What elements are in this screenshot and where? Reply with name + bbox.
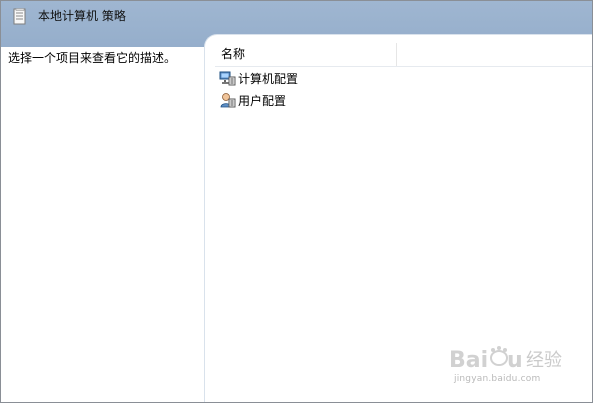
user-config-icon	[220, 93, 236, 108]
local-computer-policy-window: 本地计算机 策略 选择一个项目来查看它的描述。 名称 计算机配置 用户配置 Ba…	[0, 0, 593, 403]
list-item-computer-config[interactable]: 计算机配置	[219, 69, 339, 89]
user-config-label: 用户配置	[238, 94, 287, 108]
svg-text:经验: 经验	[526, 350, 562, 371]
baidu-jingyan-logo: Bai u 经验	[449, 346, 562, 373]
computer-config-icon	[219, 71, 236, 86]
name-column-header-label: 名称	[221, 47, 246, 61]
window-title: 本地计算机 策略	[38, 9, 126, 23]
description-text: 选择一个项目来查看它的描述。	[8, 51, 177, 65]
column-header-row: 名称	[215, 43, 592, 67]
list-item-user-config[interactable]: 用户配置	[219, 91, 339, 111]
svg-text:u: u	[507, 348, 523, 373]
svg-text:Bai: Bai	[449, 348, 488, 373]
computer-config-label: 计算机配置	[238, 72, 299, 86]
baidu-jingyan-watermark: Bai u 经验 jingyan.baidu.com	[449, 344, 569, 392]
policy-document-icon	[13, 8, 26, 25]
name-column-header[interactable]: 名称	[215, 43, 397, 66]
watermark-url: jingyan.baidu.com	[454, 374, 541, 384]
description-panel: 选择一个项目来查看它的描述。	[1, 47, 214, 402]
